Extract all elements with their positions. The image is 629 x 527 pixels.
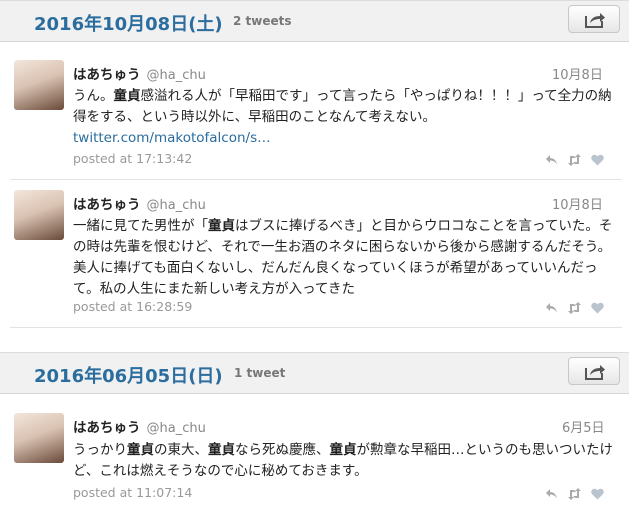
user-name[interactable]: はあちゅう xyxy=(73,67,141,83)
highlight-term: 童貞 xyxy=(329,442,357,458)
tweet-body: うっかり童貞の東大、童貞なら死ぬ慶應、童貞が勲章な早稲田…というのも思いついたけ… xyxy=(73,442,613,479)
user-handle[interactable]: @ha_chu xyxy=(147,198,206,213)
posted-time[interactable]: posted at 17:13:42 xyxy=(73,151,192,166)
day-date: 2016年06月05日(日) xyxy=(34,366,223,387)
retweet-icon xyxy=(568,302,581,314)
tweet-text: うん。童貞感溢れる人が「早稲田です」って言ったら「やっぱりね！！！」って全力の納… xyxy=(73,86,618,149)
reply-button[interactable] xyxy=(545,485,558,504)
share-button[interactable] xyxy=(568,357,620,385)
favorite-button[interactable] xyxy=(591,485,604,504)
tweet-link[interactable]: twitter.com/makotofalcon/s… xyxy=(73,130,271,146)
highlight-term: 童貞 xyxy=(113,88,141,104)
retweet-button[interactable] xyxy=(567,485,582,504)
reply-button[interactable] xyxy=(545,151,558,170)
retweet-icon xyxy=(568,488,581,500)
tweet-body: 一緒に見てた男性が「童貞はブスに捧げるべき」と目からウロコなことを言っていた。そ… xyxy=(73,218,613,297)
heart-icon xyxy=(591,488,604,500)
share-button[interactable] xyxy=(568,5,620,33)
avatar[interactable] xyxy=(14,413,64,463)
user-handle[interactable]: @ha_chu xyxy=(147,68,206,83)
tweet-actions xyxy=(545,151,607,166)
tweet-text: 一緒に見てた男性が「童貞はブスに捧げるべき」と目からウロコなことを言っていた。そ… xyxy=(73,216,618,300)
tweet-date[interactable]: 10月8日 xyxy=(552,64,603,83)
user-name[interactable]: はあちゅう xyxy=(73,197,141,213)
reply-icon xyxy=(546,155,557,165)
divider xyxy=(10,179,622,180)
user-handle[interactable]: @ha_chu xyxy=(147,421,206,436)
highlight-term: 童貞 xyxy=(127,442,154,458)
retweet-icon xyxy=(568,154,581,166)
retweet-button[interactable] xyxy=(567,299,582,318)
retweet-button[interactable] xyxy=(567,151,582,170)
day-tweet-count: 1 tweet xyxy=(234,366,286,380)
reply-icon xyxy=(546,303,557,313)
posted-time[interactable]: posted at 16:28:59 xyxy=(73,299,192,314)
reply-button[interactable] xyxy=(545,299,558,318)
tweet-text: うっかり童貞の東大、童貞なら死ぬ慶應、童貞が勲章な早稲田…というのも思いついたけ… xyxy=(73,440,618,482)
day-header: 2016年06月05日(日) 1 tweet xyxy=(0,352,629,394)
heart-icon xyxy=(591,154,604,166)
user-name[interactable]: はあちゅう xyxy=(73,420,141,436)
tweet-actions xyxy=(545,485,607,500)
highlight-term: 童貞 xyxy=(208,218,235,234)
heart-icon xyxy=(591,302,604,314)
highlight-term: 童貞 xyxy=(208,442,235,458)
favorite-button[interactable] xyxy=(591,151,604,170)
tweet-date[interactable]: 6月5日 xyxy=(562,417,605,436)
reply-icon xyxy=(546,489,557,499)
share-icon xyxy=(585,13,605,28)
tweet-actions xyxy=(545,299,607,314)
day-date: 2016年10月08日(土) xyxy=(34,14,223,35)
avatar[interactable] xyxy=(14,190,64,240)
divider xyxy=(10,327,622,328)
favorite-button[interactable] xyxy=(591,299,604,318)
day-header: 2016年10月08日(土) 2 tweets xyxy=(0,0,629,42)
day-tweet-count: 2 tweets xyxy=(233,14,292,28)
share-icon xyxy=(585,365,605,380)
posted-time[interactable]: posted at 11:07:14 xyxy=(73,485,192,500)
tweet-date[interactable]: 10月8日 xyxy=(552,194,603,213)
tweet-body: うん。童貞感溢れる人が「早稲田です」って言ったら「やっぱりね！！！」って全力の納… xyxy=(73,88,612,125)
avatar[interactable] xyxy=(14,60,64,110)
